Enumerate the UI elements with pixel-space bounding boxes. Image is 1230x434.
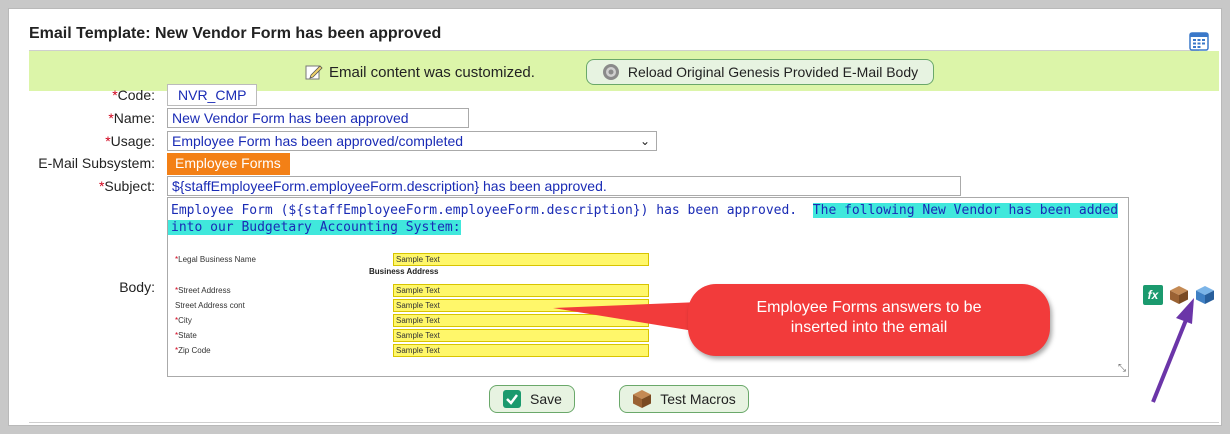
- divider: [29, 422, 1219, 423]
- form-section-header: Business Address: [369, 267, 439, 276]
- package-blue-icon[interactable]: [1195, 285, 1215, 305]
- form-row: *Legal Business Name Sample Text: [173, 252, 653, 267]
- calendar-icon[interactable]: [1189, 31, 1209, 51]
- checkbox-check-icon: [503, 390, 522, 408]
- reload-original-body-button[interactable]: Reload Original Genesis Provided E-Mail …: [586, 59, 934, 85]
- gear-icon: [602, 64, 619, 80]
- usage-selected-value: Employee Form has been approved/complete…: [172, 133, 464, 149]
- name-input[interactable]: New Vendor Form has been approved: [167, 108, 469, 128]
- reload-button-label: Reload Original Genesis Provided E-Mail …: [627, 64, 919, 80]
- notice-message: Email content was customized.: [329, 63, 535, 81]
- test-macros-label: Test Macros: [660, 391, 736, 407]
- macro-toolbar: fx: [1143, 285, 1215, 305]
- subsystem-label: E-Mail Subsystem:: [38, 155, 155, 171]
- form-row: *Street Address Sample Text: [173, 283, 653, 298]
- subject-label: *Subject:: [98, 178, 155, 194]
- body-label: Body:: [119, 279, 155, 295]
- package-brown-icon[interactable]: [1169, 285, 1189, 305]
- package-icon: [633, 390, 652, 408]
- subject-input[interactable]: ${staffEmployeeForm.employeeForm.descrip…: [167, 176, 961, 196]
- form-row: *State Sample Text: [173, 328, 653, 343]
- code-value: NVR_CMP: [167, 84, 257, 106]
- subsystem-badge: Employee Forms: [167, 153, 290, 175]
- form-row: *Zip Code Sample Text: [173, 343, 653, 358]
- function-icon[interactable]: fx: [1143, 285, 1163, 305]
- name-label: *Name:: [108, 110, 155, 126]
- panel-header: Email Template: New Vendor Form has been…: [29, 21, 1209, 51]
- form-row: Street Address cont Sample Text: [173, 298, 653, 313]
- test-macros-button[interactable]: Test Macros: [619, 385, 749, 413]
- customized-notice: Email content was customized.: [305, 63, 535, 81]
- usage-select[interactable]: Employee Form has been approved/complete…: [167, 131, 657, 151]
- edit-icon: [305, 65, 323, 80]
- body-line-2: into our Budgetary Accounting System:: [168, 220, 461, 235]
- save-button-label: Save: [530, 391, 562, 407]
- page-title: Email Template: New Vendor Form has been…: [29, 25, 442, 42]
- save-button[interactable]: Save: [489, 385, 575, 413]
- annotation-callout: Employee Forms answers to be inserted in…: [688, 284, 1050, 356]
- usage-label: *Usage:: [105, 133, 155, 149]
- code-label: *Code:: [112, 87, 155, 103]
- form-row: *City Sample Text: [173, 313, 653, 328]
- chevron-down-icon: ⌄: [639, 134, 650, 148]
- resize-handle-icon[interactable]: ⤡: [1118, 363, 1126, 374]
- body-line-1: Employee Form (${staffEmployeeForm.emplo…: [171, 203, 1119, 218]
- email-template-panel: Email Template: New Vendor Form has been…: [8, 8, 1222, 426]
